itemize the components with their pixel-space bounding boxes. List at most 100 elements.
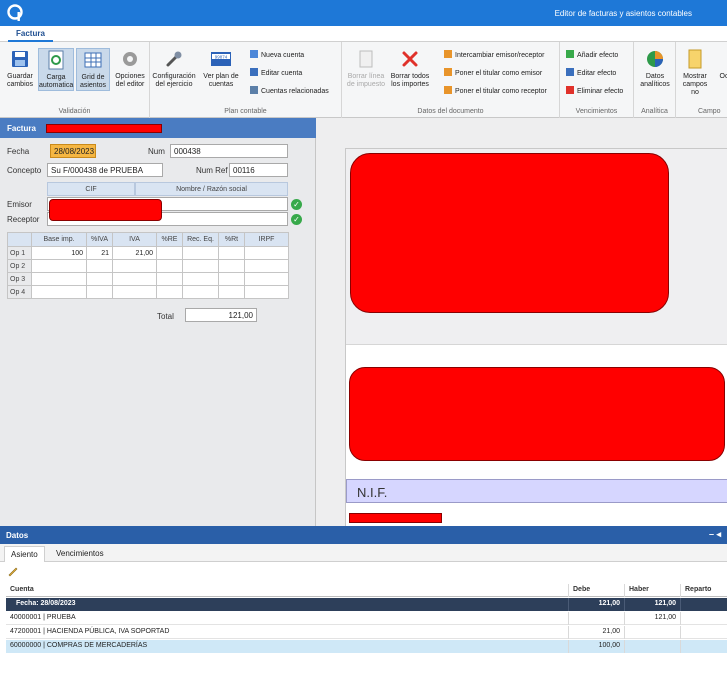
col-debe[interactable]: Debe: [569, 584, 625, 597]
vat-cell[interactable]: [182, 259, 219, 273]
documento-group-label: Datos del documento: [417, 108, 484, 115]
vat-cell[interactable]: [244, 246, 289, 260]
guardar-cambios-button[interactable]: Guardar cambios: [4, 48, 36, 89]
col-cuenta[interactable]: Cuenta: [6, 584, 569, 597]
vat-cell[interactable]: [218, 272, 245, 286]
ver-plan-cuentas-button[interactable]: 99874 Ver plan de cuentas: [200, 48, 242, 89]
borrar-linea-button[interactable]: Borrar línea de impuesto: [346, 48, 386, 89]
vat-cell[interactable]: [218, 259, 245, 273]
factura-header: Factura: [0, 118, 316, 138]
factura-pane: Factura Fecha 28/08/2023 Num 000438 Conc…: [0, 118, 316, 526]
band-debe: 121,00: [569, 598, 625, 611]
titular-receptor-label: Poner el titular como receptor: [455, 88, 547, 95]
tab-vencimientos[interactable]: Vencimientos: [50, 546, 110, 562]
delete-line-icon: [359, 50, 373, 68]
ocultar-button[interactable]: Oc: [714, 48, 727, 81]
ribbon: Guardar cambios Carga automatica Grid de…: [0, 42, 727, 118]
band-haber: 121,00: [625, 598, 681, 611]
editar-cuenta-button[interactable]: Editar cuenta: [250, 68, 302, 78]
new-account-icon: [250, 50, 258, 58]
nueva-cuenta-button[interactable]: Nueva cuenta: [250, 50, 304, 60]
nombre-header: Nombre / Razón social: [135, 182, 288, 196]
vat-row: Op 4: [7, 285, 289, 299]
cuentas-relacionadas-button[interactable]: Cuentas relacionadas: [250, 86, 329, 96]
vat-cell[interactable]: [86, 272, 113, 286]
mostrar-campos-button[interactable]: Mostrar campos no: [678, 48, 712, 97]
titular-emisor-button[interactable]: Poner el titular como emisor: [444, 68, 542, 78]
vat-cell[interactable]: [218, 246, 245, 260]
grid-date-band[interactable]: Fecha: 28/08/2023 121,00 121,00: [6, 598, 727, 611]
borrar-todos-button[interactable]: Borrar todos los importes: [388, 48, 432, 89]
group-campos: Mostrar campos no Oc Campo: [676, 42, 727, 118]
edit-icon: [566, 68, 574, 76]
num-label: Num: [148, 147, 165, 156]
editar-efecto-button[interactable]: Editar efecto: [566, 68, 616, 78]
vat-cell[interactable]: [86, 285, 113, 299]
vat-cell[interactable]: [156, 285, 183, 299]
vat-cell[interactable]: [31, 285, 87, 299]
preview-page: N.I.F.: [345, 148, 727, 526]
vat-cell[interactable]: [182, 272, 219, 286]
emisor-label: Emisor: [7, 200, 32, 209]
row-haber: [625, 626, 681, 639]
vat-cell[interactable]: [86, 259, 113, 273]
ribbon-tabs: Factura: [0, 26, 727, 42]
grid-asientos-button[interactable]: Grid de asientos: [76, 48, 110, 91]
vat-cell[interactable]: 21: [86, 246, 113, 260]
tab-asiento[interactable]: Asiento: [4, 546, 45, 562]
vat-cell[interactable]: [112, 285, 157, 299]
vat-cell[interactable]: [244, 285, 289, 299]
vat-cell[interactable]: 21,00: [112, 246, 157, 260]
tab-factura[interactable]: Factura: [8, 27, 53, 42]
anadir-efecto-button[interactable]: Añadir efecto: [566, 50, 618, 60]
vat-cell[interactable]: 100: [31, 246, 87, 260]
titular-receptor-button[interactable]: Poner el titular como receptor: [444, 86, 547, 96]
intercambiar-button[interactable]: Intercambiar emisor/receptor: [444, 50, 544, 60]
numref-field[interactable]: 00116: [229, 163, 288, 177]
carga-automatica-button[interactable]: Carga automatica: [38, 48, 74, 91]
fecha-field[interactable]: 28/08/2023: [50, 144, 96, 158]
table-row-selected[interactable]: 60000000 | COMPRAS DE MERCADERÍAS 100,00: [6, 640, 727, 653]
borrar-linea-label: Borrar línea de impuesto: [346, 73, 386, 88]
vat-cell[interactable]: [112, 259, 157, 273]
concepto-field[interactable]: Su F/000438 de PRUEBA: [47, 163, 163, 177]
configuracion-ejercicio-button[interactable]: Configuración del ejercicio: [152, 48, 196, 89]
table-row[interactable]: 47200001 | HACIENDA PÚBLICA, IVA SOPORTA…: [6, 626, 727, 639]
vat-row: Op 3: [7, 272, 289, 286]
row-haber: 121,00: [625, 612, 681, 625]
app-logo-icon: [7, 4, 23, 21]
vat-cell[interactable]: [182, 246, 219, 260]
oc-label: Oc: [719, 73, 727, 80]
vat-cell[interactable]: [31, 259, 87, 273]
mostrar-label: Mostrar campos no: [682, 73, 708, 96]
vat-cell[interactable]: [156, 272, 183, 286]
document-icon: [688, 49, 702, 69]
vat-cell[interactable]: [156, 246, 183, 260]
wrench-icon: [166, 51, 182, 67]
vat-cell[interactable]: [182, 285, 219, 299]
pin-icon[interactable]: – ◂: [709, 529, 721, 540]
num-field[interactable]: 000438: [170, 144, 288, 158]
pencil-icon[interactable]: [7, 565, 19, 577]
vat-cell[interactable]: [244, 259, 289, 273]
vat-cell[interactable]: [112, 272, 157, 286]
vat-cell[interactable]: [218, 285, 245, 299]
refresh-doc-icon: [48, 50, 64, 70]
vat-header: %RE: [156, 232, 183, 247]
vat-cell[interactable]: [31, 272, 87, 286]
total-field[interactable]: 121,00: [185, 308, 257, 322]
table-row[interactable]: 40000001 | PRUEBA 121,00: [6, 612, 727, 625]
col-haber[interactable]: Haber: [625, 584, 681, 597]
vat-cell[interactable]: [156, 259, 183, 273]
datos-analiticos-button[interactable]: Datos analíticos: [636, 48, 674, 89]
nueva-cuenta-label: Nueva cuenta: [261, 52, 305, 59]
plan-group-label: Plan contable: [224, 108, 267, 115]
opciones-editor-button[interactable]: Opciones del editor: [112, 48, 148, 89]
vat-cell[interactable]: [244, 272, 289, 286]
editar-efecto-label: Editar efecto: [577, 70, 617, 77]
eliminar-efecto-button[interactable]: Eliminar efecto: [566, 86, 623, 96]
group-analitica: Datos analíticos Analítica: [634, 42, 676, 118]
nif-bar: N.I.F.: [346, 479, 727, 503]
vat-header: Rec. Eq.: [182, 232, 219, 247]
col-reparto[interactable]: Reparto: [681, 584, 727, 597]
